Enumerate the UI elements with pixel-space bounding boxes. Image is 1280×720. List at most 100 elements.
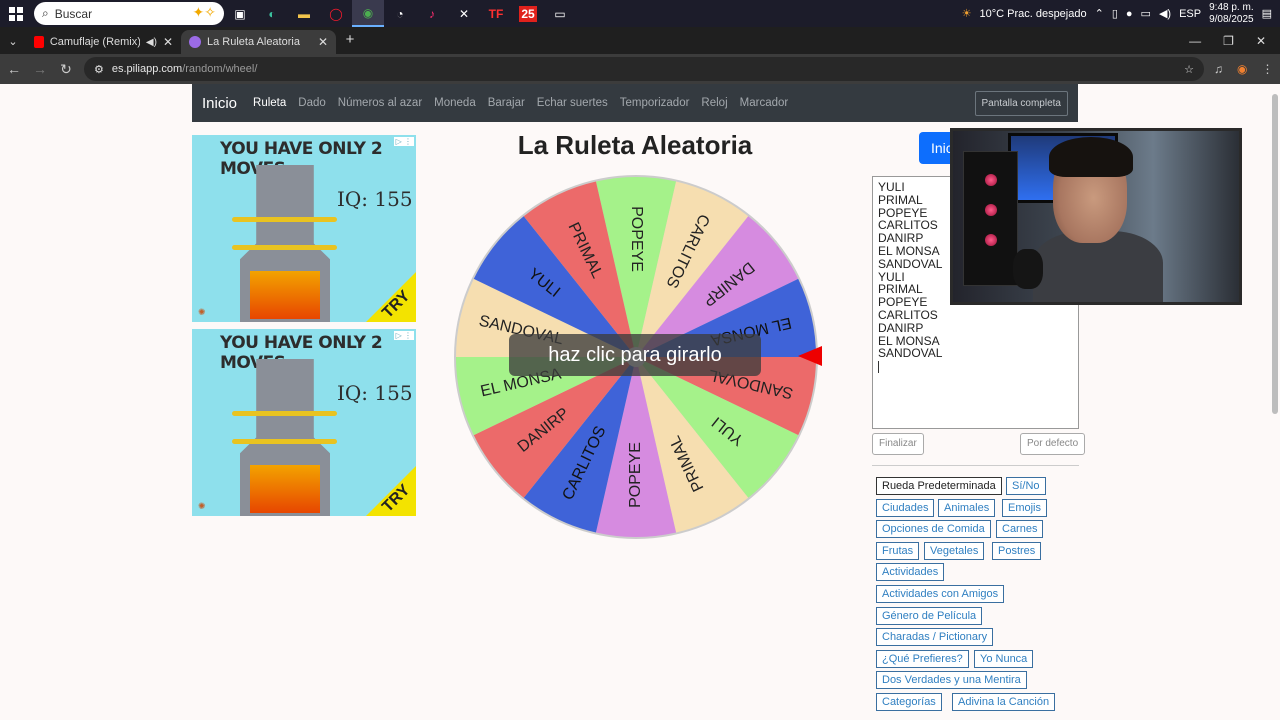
- weather-text[interactable]: 10°C Prac. despejado: [979, 8, 1086, 20]
- navbar-brand[interactable]: Inicio: [202, 95, 237, 112]
- restore-icon[interactable]: ❐: [1223, 34, 1234, 48]
- minimize-icon[interactable]: —: [1189, 34, 1201, 48]
- finish-button[interactable]: Finalizar: [872, 433, 924, 455]
- entry-line: SANDOVAL: [878, 346, 943, 361]
- app-25-icon[interactable]: 25: [512, 0, 544, 27]
- preset-button[interactable]: Animales: [938, 498, 996, 517]
- forward-icon[interactable]: →: [28, 61, 52, 77]
- nav-link-echar-suertes[interactable]: Echar suertes: [537, 97, 608, 109]
- system-clock[interactable]: 9:48 p. m. 9/08/2025: [1209, 2, 1254, 26]
- address-bar[interactable]: ⚙ es.piliapp.com/random/wheel/ ☆: [84, 57, 1204, 81]
- battery-icon[interactable]: ▯: [1112, 7, 1118, 20]
- chrome-icon[interactable]: ◉: [352, 0, 384, 27]
- preset-button[interactable]: Postres: [992, 541, 1042, 560]
- microphone-icon[interactable]: ●: [1126, 8, 1133, 20]
- preset-button[interactable]: Actividades con Amigos: [876, 585, 1005, 603]
- site-info-icon[interactable]: ⚙: [94, 63, 104, 76]
- clock-date: 9/08/2025: [1209, 13, 1254, 25]
- reload-icon[interactable]: ↻: [54, 61, 78, 78]
- edge-icon[interactable]: ◐: [256, 0, 288, 27]
- tab-ruleta[interactable]: La Ruleta Aleatoria ✕: [181, 30, 336, 54]
- fullscreen-button[interactable]: Pantalla completa: [974, 91, 1068, 116]
- windows-taskbar: ⌕ Buscar ✦✧ ▣ ◐ ▬ ◯ ◉ ◔ ♪ ✕ TF 25 ▭ ☀ 10…: [0, 0, 1280, 27]
- tf-app-icon[interactable]: TF: [480, 0, 512, 27]
- nav-link-marcador[interactable]: Marcador: [740, 97, 789, 109]
- taskbar-search-box[interactable]: ⌕ Buscar ✦✧: [34, 2, 224, 25]
- language-indicator[interactable]: ESP: [1179, 8, 1201, 20]
- preset-button[interactable]: Opciones de Comida: [876, 520, 991, 539]
- preset-button[interactable]: Género de Película: [876, 606, 983, 625]
- opera-icon[interactable]: ◯: [320, 0, 352, 27]
- extension-icon[interactable]: ◉: [1237, 62, 1247, 76]
- ad-tower-illustration: [232, 359, 337, 516]
- notifications-icon[interactable]: ▤: [1262, 7, 1272, 20]
- windows-start-icon[interactable]: [0, 0, 32, 27]
- taskbar-search-placeholder: Buscar: [54, 6, 93, 21]
- tiktok-icon[interactable]: ♪: [416, 0, 448, 27]
- preset-button[interactable]: Charadas / Pictionary: [876, 628, 994, 647]
- file-explorer-icon[interactable]: ▬: [288, 0, 320, 27]
- github-desktop-icon[interactable]: ◔: [384, 0, 416, 27]
- browser-toolbar: ← → ↻ ⚙ es.piliapp.com/random/wheel/ ☆ ♫…: [0, 54, 1280, 84]
- preset-button[interactable]: ¿Qué Prefieres?: [876, 649, 969, 668]
- tab-title: La Ruleta Aleatoria: [207, 36, 300, 48]
- chevron-up-icon[interactable]: ⌃: [1095, 7, 1104, 20]
- preset-button[interactable]: Dos Verdades y una Mentira: [876, 671, 1027, 690]
- default-button[interactable]: Por defecto: [1020, 433, 1086, 455]
- new-tab-icon[interactable]: +: [336, 31, 364, 54]
- advertisement-banner[interactable]: ▷ ⋮ YOU HAVE ONLY 2 MOVES IQ: 155 TRY ✺: [192, 135, 416, 322]
- nav-link-numeros[interactable]: Números al azar: [338, 97, 422, 109]
- clock-time: 9:48 p. m.: [1209, 1, 1254, 13]
- ad-iq-text: IQ: 155: [337, 187, 413, 211]
- preset-button[interactable]: Adivina la Canción: [952, 693, 1056, 711]
- ad-logo-icon: ✺: [198, 307, 206, 317]
- preset-button[interactable]: Emojis: [1002, 498, 1048, 517]
- preset-button[interactable]: Carnes: [996, 520, 1044, 539]
- spin-overlay-button[interactable]: haz clic para girarlo: [509, 334, 761, 376]
- preset-button[interactable]: Rueda Predeterminada: [876, 477, 1002, 495]
- ad-logo-icon: ✺: [198, 501, 206, 511]
- advertisement-banner[interactable]: ▷ ⋮ YOU HAVE ONLY 2 MOVES IQ: 155 TRY ✺: [192, 329, 416, 516]
- close-tab-icon[interactable]: ✕: [318, 35, 328, 49]
- nav-link-dado[interactable]: Dado: [298, 97, 326, 109]
- divider: [872, 465, 1079, 466]
- close-tab-icon[interactable]: ✕: [163, 35, 173, 49]
- files-app-icon[interactable]: ▭: [544, 0, 576, 27]
- url-path: /random/wheel/: [182, 63, 258, 75]
- tab-title: Camuflaje (Remix) - YouTub: [49, 36, 140, 48]
- bookmark-star-icon[interactable]: ☆: [1184, 63, 1194, 76]
- preset-button[interactable]: Frutas: [876, 541, 920, 560]
- back-icon[interactable]: ←: [2, 61, 26, 77]
- preset-button[interactable]: Vegetales: [924, 541, 985, 560]
- audio-playing-icon[interactable]: ◀): [146, 37, 157, 48]
- close-window-icon[interactable]: ✕: [1256, 34, 1266, 48]
- tab-search-chevron-icon[interactable]: ⌄: [0, 35, 26, 54]
- network-icon[interactable]: ▭: [1141, 7, 1151, 20]
- site-navbar: Inicio Ruleta Dado Números al azar Moned…: [192, 84, 1078, 122]
- wheel-pointer-icon: [798, 346, 822, 366]
- nav-link-reloj[interactable]: Reloj: [701, 97, 727, 109]
- preset-button[interactable]: Categorías: [876, 693, 942, 711]
- youtube-favicon-icon: [34, 36, 44, 48]
- media-control-icon[interactable]: ♫: [1214, 62, 1223, 76]
- nav-link-ruleta[interactable]: Ruleta: [253, 97, 286, 109]
- preset-button[interactable]: Yo Nunca: [974, 649, 1034, 668]
- nav-link-temporizador[interactable]: Temporizador: [620, 97, 690, 109]
- web-page: Inicio Ruleta Dado Números al azar Moned…: [0, 84, 1280, 720]
- pc-case-in-background: [963, 151, 1018, 286]
- capcut-icon[interactable]: ✕: [448, 0, 480, 27]
- volume-icon[interactable]: ◀): [1159, 7, 1171, 20]
- page-scrollbar[interactable]: [1272, 94, 1278, 414]
- nav-link-barajar[interactable]: Barajar: [488, 97, 525, 109]
- menu-kebab-icon[interactable]: ⋮: [1261, 62, 1273, 76]
- tab-youtube[interactable]: Camuflaje (Remix) - YouTub ◀) ✕: [26, 30, 181, 54]
- preset-button[interactable]: Actividades: [876, 563, 945, 582]
- preset-button[interactable]: Sí/No: [1006, 477, 1046, 495]
- preset-button[interactable]: Ciudades: [876, 498, 935, 517]
- microphone-in-frame: [1013, 249, 1043, 289]
- copilot-sparkle-icon: ✦✧: [192, 4, 216, 20]
- ad-iq-text: IQ: 155: [337, 381, 413, 405]
- search-icon: ⌕: [42, 6, 49, 20]
- task-view-icon[interactable]: ▣: [224, 0, 256, 27]
- nav-link-moneda[interactable]: Moneda: [434, 97, 476, 109]
